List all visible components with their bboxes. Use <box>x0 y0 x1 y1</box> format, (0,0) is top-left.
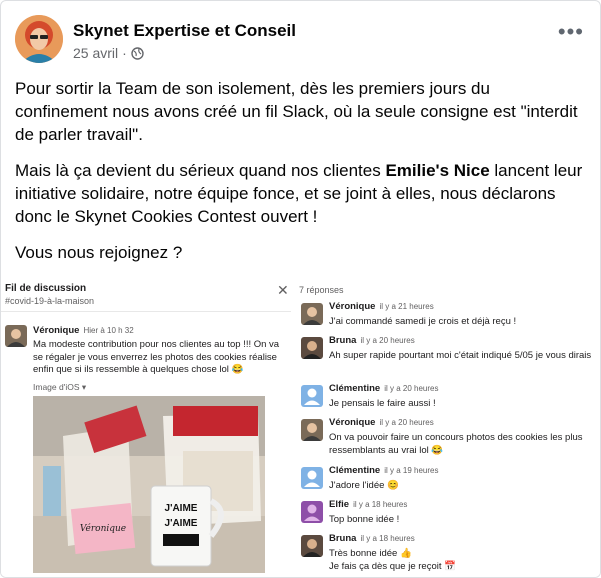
mug-text-2: J'AIME <box>165 518 198 529</box>
reply-item: Bruna il y a 20 heures Ah super rapide po… <box>299 335 600 379</box>
cookie-photo[interactable]: J'AIME J'AIME Véronique <box>33 396 265 573</box>
reply-item: Clémentine il y a 19 heures J'adore l'idé… <box>299 465 600 495</box>
reply-text-continued: Je fais ça dès que je reçoit 📅 <box>329 561 456 572</box>
avatar[interactable] <box>301 535 323 557</box>
reply-item: Véronique il y a 20 heures On va pouvoir … <box>299 417 600 461</box>
reply-text: Très bonne idée 👍 <box>329 548 412 559</box>
reply-item: Véronique il y a 21 heures J'ai commandé … <box>299 301 600 331</box>
post-text: Pour sortir la Team de son isolement, dè… <box>15 77 585 277</box>
reply-text: J'ai commandé samedi je crois et déjà re… <box>329 316 517 327</box>
message-author[interactable]: Véronique <box>33 325 79 336</box>
reply-text: On va pouvoir faire un concours photos d… <box>329 432 583 456</box>
card-text: Véronique <box>80 523 126 534</box>
reply-count: 7 réponses <box>299 285 344 295</box>
message-header: Véronique Hier à 10 h 32 <box>33 325 134 336</box>
reply-author[interactable]: Véronique <box>329 301 375 312</box>
reply-text: Je pensais le faire aussi ! <box>329 398 436 409</box>
slack-replies-panel: 7 réponses Véronique il y a 21 heures J'a… <box>299 279 600 577</box>
avatar[interactable] <box>301 337 323 359</box>
reply-item: Bruna il y a 18 heures Très bonne idée 👍 … <box>299 533 600 577</box>
mug-text-1: J'AIME <box>165 503 198 514</box>
message-time: Hier à 10 h 32 <box>83 326 134 335</box>
avatar[interactable] <box>301 303 323 325</box>
close-icon[interactable]: ✕ <box>277 283 289 297</box>
reply-time: il y a 18 heures <box>360 534 415 543</box>
reply-text: J'adore l'idée 😊 <box>329 480 399 491</box>
reply-time: il y a 18 heures <box>353 500 408 509</box>
message-text: Ma modeste contribution pour nos cliente… <box>33 339 280 375</box>
avatar[interactable] <box>301 385 323 407</box>
meta-separator: · <box>122 45 127 61</box>
avatar[interactable] <box>301 501 323 523</box>
reply-time: il y a 21 heures <box>379 302 434 311</box>
divider <box>1 311 291 312</box>
post-paragraph-1: Pour sortir la Team de son isolement, dè… <box>15 79 578 144</box>
reply-text: Ah super rapide pourtant moi c'était ind… <box>329 350 592 361</box>
thread-title: Fil de discussion <box>5 283 87 294</box>
reply-time: il y a 20 heures <box>379 418 434 427</box>
reply-author[interactable]: Bruna <box>329 335 356 346</box>
post-date[interactable]: 25 avril <box>73 45 118 61</box>
post-paragraph-3: Vous nous rejoignez ? <box>15 243 183 262</box>
slack-thread-panel: Fil de discussion #covid-19-à-la-maison … <box>1 279 291 577</box>
reply-item: Clémentine il y a 20 heures Je pensais le… <box>299 383 600 413</box>
reply-author[interactable]: Clémentine <box>329 465 380 476</box>
post-header: Skynet Expertise et Conseil 25 avril · •… <box>15 15 590 67</box>
globe-icon <box>131 46 144 60</box>
more-options-icon[interactable]: ••• <box>558 21 584 43</box>
avatar[interactable] <box>301 467 323 489</box>
channel-name[interactable]: #covid-19-à-la-maison <box>5 296 94 306</box>
reply-item: Elfie il y a 18 heures Top bonne idée ! <box>299 499 600 529</box>
reply-author[interactable]: Véronique <box>329 417 375 428</box>
post-paragraph-2: Mais là ça devient du sérieux quand nos … <box>15 159 585 228</box>
reply-time: il y a 20 heures <box>360 336 415 345</box>
post-meta: 25 avril · <box>73 45 144 61</box>
page-avatar[interactable] <box>15 15 63 63</box>
reply-author[interactable]: Bruna <box>329 533 356 544</box>
page-name[interactable]: Skynet Expertise et Conseil <box>73 21 296 41</box>
reply-text: Top bonne idée ! <box>329 514 400 525</box>
image-label[interactable]: Image d'iOS ▾ <box>33 382 86 393</box>
reply-time: il y a 19 heures <box>384 466 439 475</box>
avatar[interactable] <box>5 325 27 347</box>
facebook-post: Skynet Expertise et Conseil 25 avril · •… <box>0 0 601 578</box>
avatar[interactable] <box>301 419 323 441</box>
reply-time: il y a 20 heures <box>384 384 439 393</box>
reply-author[interactable]: Clémentine <box>329 383 380 394</box>
reply-author[interactable]: Elfie <box>329 499 349 510</box>
p2-bold[interactable]: Emilie's Nice <box>385 161 489 180</box>
p2-before: Mais là ça devient du sérieux quand nos … <box>15 161 386 180</box>
